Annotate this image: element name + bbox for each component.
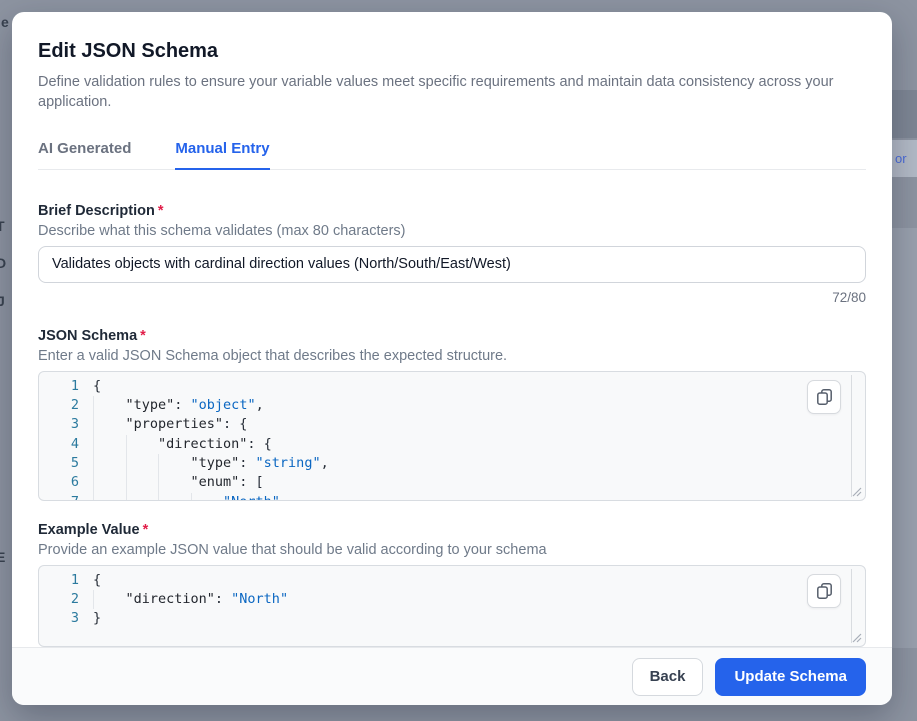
example-value-label: Example Value* <box>38 520 866 540</box>
example-value-label-text: Example Value <box>38 522 140 538</box>
brief-description-label: Brief Description* <box>38 201 866 221</box>
backdrop-band: or <box>892 140 917 177</box>
resize-grip[interactable] <box>851 632 863 644</box>
backdrop-fragment: J <box>0 293 5 309</box>
tab-bar: AI Generated Manual Entry <box>38 140 866 170</box>
json-schema-helper: Enter a valid JSON Schema object that de… <box>38 346 866 366</box>
line-number: 2 <box>39 590 79 609</box>
brief-description-section: Brief Description* Describe what this sc… <box>38 201 866 306</box>
line-number: 7 <box>39 493 79 501</box>
code-line: 7"North", <box>39 493 865 501</box>
copy-icon <box>816 388 833 405</box>
code-line: 2"type": "object", <box>39 396 865 415</box>
backdrop-fragment: e <box>1 14 9 30</box>
line-number: 3 <box>39 609 79 628</box>
dialog-footer: Back Update Schema <box>12 647 892 705</box>
resize-grip[interactable] <box>851 486 863 498</box>
copy-icon <box>816 582 833 599</box>
line-number: 3 <box>39 415 79 434</box>
code-line: 3} <box>39 609 865 628</box>
backdrop-fragment: T <box>0 218 5 234</box>
tab-manual-entry[interactable]: Manual Entry <box>175 140 269 170</box>
backdrop-fragment: E <box>0 549 5 565</box>
code-line: 1{ <box>39 377 865 396</box>
brief-description-label-text: Brief Description <box>38 203 155 219</box>
json-schema-editor[interactable]: 1{2"type": "object",3"properties": {4"di… <box>38 371 866 501</box>
line-number: 5 <box>39 454 79 473</box>
backdrop-fragment: D <box>0 255 6 271</box>
required-asterisk: * <box>158 203 164 219</box>
line-number: 2 <box>39 396 79 415</box>
json-schema-label: JSON Schema* <box>38 326 866 346</box>
json-schema-section: JSON Schema* Enter a valid JSON Schema o… <box>38 326 866 501</box>
dialog-title: Edit JSON Schema <box>38 38 866 64</box>
copy-button[interactable] <box>807 574 841 608</box>
code-line: 4"direction": { <box>39 435 865 454</box>
back-button[interactable]: Back <box>632 658 704 696</box>
code-line: 1{ <box>39 571 865 590</box>
line-number: 4 <box>39 435 79 454</box>
brief-description-input[interactable] <box>38 246 866 283</box>
required-asterisk: * <box>140 328 146 344</box>
json-schema-label-text: JSON Schema <box>38 328 137 344</box>
example-value-editor[interactable]: 1{2"direction": "North"3} <box>38 565 866 647</box>
edit-json-schema-dialog: Edit JSON Schema Define validation rules… <box>12 12 892 705</box>
brief-description-helper: Describe what this schema validates (max… <box>38 221 866 241</box>
backdrop-band <box>892 228 917 648</box>
line-number: 6 <box>39 473 79 492</box>
backdrop-band <box>892 90 917 138</box>
backdrop-fragment: or <box>895 151 907 166</box>
required-asterisk: * <box>143 522 149 538</box>
update-schema-button[interactable]: Update Schema <box>715 658 866 696</box>
code-line: 3"properties": { <box>39 415 865 434</box>
example-value-section: Example Value* Provide an example JSON v… <box>38 520 866 647</box>
code-line: 2"direction": "North" <box>39 590 865 609</box>
dialog-description: Define validation rules to ensure your v… <box>38 72 866 112</box>
tab-ai-generated[interactable]: AI Generated <box>38 140 131 170</box>
code-line: 5"type": "string", <box>39 454 865 473</box>
code-line: 6"enum": [ <box>39 473 865 492</box>
editor-scrollbar-gutter <box>851 375 852 497</box>
copy-button[interactable] <box>807 380 841 414</box>
character-counter: 72/80 <box>38 289 866 306</box>
line-number: 1 <box>39 377 79 396</box>
line-number: 1 <box>39 571 79 590</box>
example-value-helper: Provide an example JSON value that shoul… <box>38 540 866 560</box>
